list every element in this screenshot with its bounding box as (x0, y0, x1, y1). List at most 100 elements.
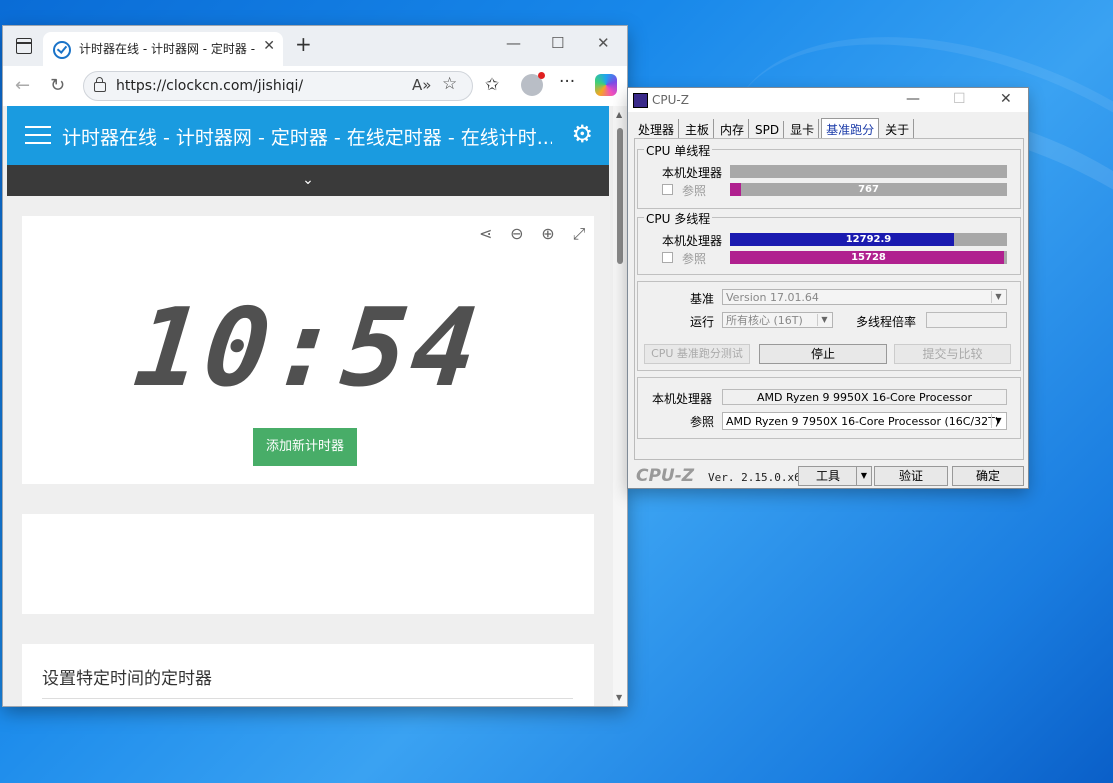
site-title: 计时器在线 - 计时器网 - 定时器 - 在线定时器 - 在线计时... (62, 127, 552, 149)
url-text[interactable]: https://clockcn.com/jishiqi/ (116, 78, 303, 94)
run-select: 所有核心 (16T) ▼ (722, 312, 833, 328)
expand-bar[interactable]: ⌄ (7, 165, 609, 196)
tab-mainboard[interactable]: 主板 (681, 119, 715, 140)
scroll-thumb[interactable] (617, 128, 623, 264)
multi-this-value: 12792.9 (845, 234, 892, 245)
tools-dropdown-icon[interactable]: ▼ (856, 466, 872, 486)
run-value: 所有核心 (16T) (726, 314, 803, 327)
timer-card: ⋖ ⊖ ⊕ ⤢ 10:54 添加新计时器 (22, 216, 594, 484)
address-bar[interactable]: https://clockcn.com/jishiqi/ A» ☆ (83, 71, 473, 101)
tab-title: 计时器在线 - 计时器网 - 定时器 - 在线定时器 (79, 42, 259, 56)
zoom-in-icon[interactable]: ⊕ (537, 224, 559, 243)
bench-panel: CPU 单线程 本机处理器 参照 767 CPU 多线程 本机处理器 12792… (634, 138, 1024, 460)
ref-processor-value: AMD Ryzen 9 7950X 16-Core Processor (16C… (726, 415, 1000, 428)
multi-this-label: 本机处理器 (662, 234, 723, 248)
this-processor-field: AMD Ryzen 9 9950X 16-Core Processor (722, 389, 1007, 405)
refresh-icon[interactable]: ↻ (50, 75, 65, 96)
new-tab-button[interactable]: + (295, 32, 312, 56)
multi-ref-label: 参照 (682, 252, 707, 266)
tab-processor[interactable]: 处理器 (634, 119, 680, 140)
tab-close-icon[interactable]: ✕ (263, 38, 275, 54)
address-toolbar: ← ↻ https://clockcn.com/jishiqi/ A» ☆ ✩ … (3, 66, 627, 107)
multi-thread-label: CPU 多线程 (644, 210, 713, 227)
multi-ref-bar: 15728 (730, 251, 1007, 264)
multi-ref-value: 15728 (851, 252, 886, 263)
copilot-icon[interactable] (595, 74, 617, 96)
profile-avatar[interactable] (521, 72, 545, 96)
single-thread-group: CPU 单线程 本机处理器 参照 767 (637, 142, 1021, 209)
tab-spd[interactable]: SPD (751, 121, 785, 139)
benchmark-label: 基准 (690, 292, 715, 306)
chevron-down-icon: ▼ (991, 291, 1005, 303)
preset-timer-card: 设置特定时间的定时器 (22, 644, 594, 706)
multi-thread-group: CPU 多线程 本机处理器 12792.9 参照 15728 (637, 210, 1021, 275)
single-ref-value: 767 (858, 184, 879, 195)
single-ref-checkbox[interactable] (662, 184, 673, 195)
tab-actions-icon[interactable] (16, 38, 32, 54)
tab-bar: 计时器在线 - 计时器网 - 定时器 - 在线定时器 ✕ + — ☐ ✕ (3, 26, 627, 66)
ref-processor-select[interactable]: AMD Ryzen 9 7950X 16-Core Processor (16C… (722, 412, 1007, 430)
zoom-out-icon[interactable]: ⊖ (506, 224, 528, 243)
bench-button: CPU 基准跑分测试 (644, 344, 750, 364)
single-thread-label: CPU 单线程 (644, 142, 713, 159)
favorite-star-icon[interactable]: ☆ (442, 74, 457, 94)
cpuz-close-button[interactable]: ✕ (1000, 91, 1012, 107)
minimize-button[interactable]: — (506, 34, 521, 52)
cpuz-titlebar: CPU-Z — ☐ ✕ (628, 88, 1028, 112)
browser-tab[interactable]: 计时器在线 - 计时器网 - 定时器 - 在线定时器 ✕ (43, 32, 283, 66)
submit-button: 提交与比较 (894, 344, 1011, 364)
single-this-label: 本机处理器 (662, 166, 723, 180)
tab-memory[interactable]: 内存 (716, 119, 750, 140)
stop-button[interactable]: 停止 (759, 344, 887, 364)
validate-button[interactable]: 验证 (874, 466, 948, 486)
single-this-bar (730, 165, 1007, 178)
tab-graphics[interactable]: 显卡 (786, 119, 820, 140)
settings-group: 基准 Version 17.01.64 ▼ 运行 所有核心 (16T) ▼ 多线… (637, 281, 1021, 371)
tab-bench[interactable]: 基准跑分 (821, 118, 880, 140)
ok-button[interactable]: 确定 (952, 466, 1024, 486)
read-aloud-icon[interactable]: A» (412, 76, 431, 94)
gear-icon[interactable]: ⚙ (571, 120, 593, 148)
chevron-down-icon[interactable]: ▼ (991, 414, 1005, 428)
mt-ratio-field (926, 312, 1007, 328)
lock-icon[interactable] (94, 77, 106, 92)
ref-processor-label: 参照 (690, 415, 715, 429)
divider (42, 698, 573, 699)
back-arrow-icon[interactable]: ← (15, 75, 30, 96)
tab-about[interactable]: 关于 (881, 119, 915, 140)
add-timer-button[interactable]: 添加新计时器 (253, 428, 357, 466)
section-heading: 设置特定时间的定时器 (42, 669, 212, 689)
processor-group: 本机处理器 AMD Ryzen 9 9950X 16-Core Processo… (637, 377, 1021, 439)
scroll-down-icon[interactable]: ▼ (616, 693, 622, 702)
scroll-up-icon[interactable]: ▲ (616, 110, 622, 119)
more-menu-icon[interactable]: ··· (559, 72, 575, 92)
ad-card (22, 514, 594, 614)
run-label: 运行 (690, 315, 715, 329)
hamburger-menu-icon[interactable] (25, 126, 51, 144)
page-viewport: 计时器在线 - 计时器网 - 定时器 - 在线定时器 - 在线计时... ⚙ ⌄… (3, 106, 613, 706)
cpuz-logo: CPU-Z (636, 466, 695, 486)
close-button[interactable]: ✕ (597, 34, 610, 52)
cpuz-tabs: 处理器 主板 内存 SPD 显卡 基准跑分 关于 (634, 118, 916, 140)
cpuz-footer: CPU-Z Ver. 2.15.0.x64 工具 ▼ 验证 确定 (628, 464, 1028, 488)
mt-ratio-label: 多线程倍率 (856, 315, 917, 329)
timer-toolbar: ⋖ ⊖ ⊕ ⤢ (471, 224, 590, 244)
multi-ref-checkbox[interactable] (662, 252, 673, 263)
page-scrollbar[interactable]: ▲ ▼ (613, 106, 627, 706)
chevron-down-icon: ▼ (817, 314, 831, 326)
site-header: 计时器在线 - 计时器网 - 定时器 - 在线定时器 - 在线计时... ⚙ (7, 106, 609, 165)
multi-this-bar: 12792.9 (730, 233, 1007, 246)
tools-button[interactable]: 工具 (798, 466, 858, 486)
single-ref-bar: 767 (730, 183, 1007, 196)
share-icon[interactable]: ⋖ (475, 224, 497, 243)
chevron-down-icon[interactable]: ⌄ (302, 172, 314, 188)
cpuz-window-title: CPU-Z (652, 93, 689, 107)
this-processor-label: 本机处理器 (652, 392, 713, 406)
fullscreen-icon[interactable]: ⤢ (568, 224, 590, 244)
benchmark-value: Version 17.01.64 (726, 291, 819, 304)
single-ref-label: 参照 (682, 184, 707, 198)
site-favicon-icon (53, 41, 71, 59)
cpuz-minimize-button[interactable]: — (906, 91, 920, 107)
favorites-icon[interactable]: ✩ (485, 75, 499, 95)
maximize-button[interactable]: ☐ (551, 34, 564, 52)
